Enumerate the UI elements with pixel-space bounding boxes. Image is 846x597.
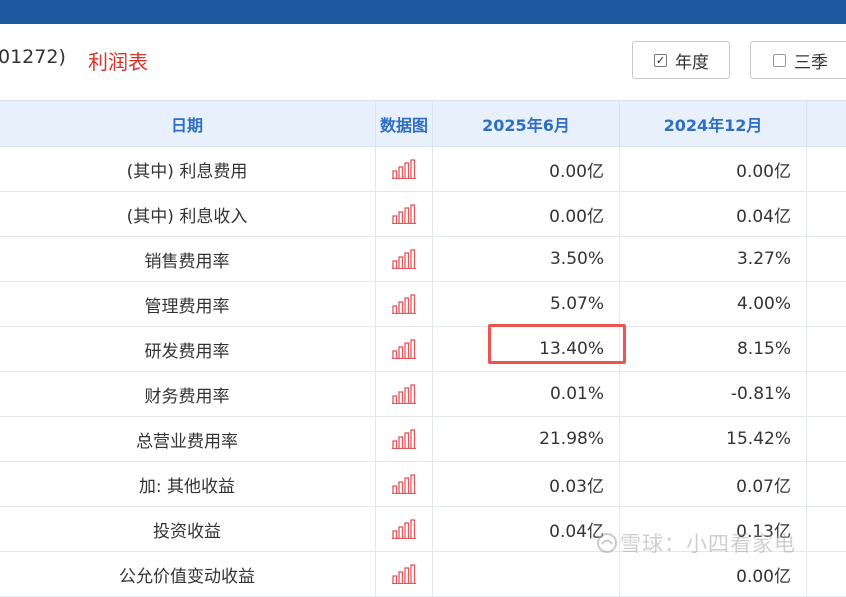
row-extra-cell xyxy=(807,372,846,417)
value-2025-06: 0.00亿 xyxy=(433,192,620,237)
row-label: 投资收益 xyxy=(0,507,376,552)
bar-chart-icon[interactable] xyxy=(392,564,416,584)
bar-chart-icon[interactable] xyxy=(392,159,416,179)
row-extra-cell xyxy=(807,192,846,237)
value-2025-06: 21.98% xyxy=(433,417,620,462)
value-2024-12: 8.15% xyxy=(620,327,807,372)
annual-filter-button[interactable]: ✓ 年度 xyxy=(632,41,730,79)
bar-chart-icon[interactable] xyxy=(392,474,416,494)
table-row: 加: 其他收益 0.03亿0.07亿 xyxy=(0,462,846,507)
table-row: (其中) 利息费用 0.00亿0.00亿 xyxy=(0,147,846,192)
q3-filter-button[interactable]: 三季 xyxy=(750,41,846,79)
watermark-text: 雪球：小四看家电 xyxy=(620,532,796,556)
row-label: 销售费用率 xyxy=(0,237,376,282)
bar-chart-icon[interactable] xyxy=(392,384,416,404)
value-2024-12: 0.04亿 xyxy=(620,192,807,237)
value-2025-06: 0.03亿 xyxy=(433,462,620,507)
value-2025-06 xyxy=(433,552,620,597)
value-2025-06: 0.04亿 xyxy=(433,507,620,552)
value-2024-12: 15.42% xyxy=(620,417,807,462)
column-header-extra[interactable] xyxy=(807,101,846,147)
row-extra-cell xyxy=(807,147,846,192)
column-header-2025-06[interactable]: 2025年6月 xyxy=(433,101,620,147)
row-label: 总营业费用率 xyxy=(0,417,376,462)
watermark: 雪球：小四看家电 xyxy=(596,528,796,558)
income-statement-table: 日期 数据图 2025年6月 2024年12月 (其中) 利息费用0.00亿0.… xyxy=(0,100,846,597)
row-label: 公允价值变动收益 xyxy=(0,552,376,597)
table-row: 销售费用率 3.50%3.27% xyxy=(0,237,846,282)
row-extra-cell xyxy=(807,507,846,552)
row-label: 管理费用率 xyxy=(0,282,376,327)
q3-filter-label: 三季 xyxy=(794,48,828,73)
row-chart-cell xyxy=(376,372,433,417)
value-2025-06: 5.07% xyxy=(433,282,620,327)
row-label: 加: 其他收益 xyxy=(0,462,376,507)
table-row: 财务费用率 0.01%-0.81% xyxy=(0,372,846,417)
table-row: 公允价值变动收益 0.00亿 xyxy=(0,552,846,597)
row-label: 财务费用率 xyxy=(0,372,376,417)
column-header-2024-12[interactable]: 2024年12月 xyxy=(620,101,807,147)
row-label: (其中) 利息费用 xyxy=(0,147,376,192)
value-2024-12: 0.00亿 xyxy=(620,147,807,192)
value-2024-12: 4.00% xyxy=(620,282,807,327)
bar-chart-icon[interactable] xyxy=(392,519,416,539)
bar-chart-icon[interactable] xyxy=(392,204,416,224)
row-extra-cell xyxy=(807,327,846,372)
bar-chart-icon[interactable] xyxy=(392,294,416,314)
row-extra-cell xyxy=(807,237,846,282)
row-extra-cell xyxy=(807,282,846,327)
value-2024-12: 3.27% xyxy=(620,237,807,282)
row-label: (其中) 利息收入 xyxy=(0,192,376,237)
value-2025-06: 0.00亿 xyxy=(433,147,620,192)
bar-chart-icon[interactable] xyxy=(392,249,416,269)
value-2024-12: 0.00亿 xyxy=(620,552,807,597)
row-extra-cell xyxy=(807,417,846,462)
row-extra-cell xyxy=(807,552,846,597)
row-label: 研发费用率 xyxy=(0,327,376,372)
row-chart-cell xyxy=(376,147,433,192)
table-row: (其中) 利息收入 0.00亿0.04亿 xyxy=(0,192,846,237)
row-chart-cell xyxy=(376,192,433,237)
bar-chart-icon[interactable] xyxy=(392,429,416,449)
value-2025-06: 3.50% xyxy=(433,237,620,282)
check-icon: ✓ xyxy=(654,54,667,67)
row-chart-cell xyxy=(376,327,433,372)
stock-code: 01272) xyxy=(0,46,66,68)
row-chart-cell xyxy=(376,552,433,597)
statement-title: 利润表 xyxy=(88,46,148,75)
value-2024-12: -0.81% xyxy=(620,372,807,417)
table-row: 管理费用率 5.07%4.00% xyxy=(0,282,846,327)
xueqiu-logo-icon xyxy=(596,532,618,554)
table-header-row: 日期 数据图 2025年6月 2024年12月 xyxy=(0,101,846,147)
column-header-date[interactable]: 日期 xyxy=(0,101,376,147)
row-extra-cell xyxy=(807,462,846,507)
bar-chart-icon[interactable] xyxy=(392,339,416,359)
row-chart-cell xyxy=(376,507,433,552)
highlight-box xyxy=(488,324,626,364)
row-chart-cell xyxy=(376,462,433,507)
checkbox-icon xyxy=(773,54,786,67)
row-chart-cell xyxy=(376,417,433,462)
table-row: 研发费用率13.40%8.15% xyxy=(0,327,846,372)
row-chart-cell xyxy=(376,237,433,282)
row-chart-cell xyxy=(376,282,433,327)
column-header-chart[interactable]: 数据图 xyxy=(376,101,433,147)
top-bar xyxy=(0,0,846,24)
table-row: 总营业费用率 21.98%15.42% xyxy=(0,417,846,462)
value-2024-12: 0.07亿 xyxy=(620,462,807,507)
value-2025-06: 0.01% xyxy=(433,372,620,417)
annual-filter-label: 年度 xyxy=(675,48,709,73)
